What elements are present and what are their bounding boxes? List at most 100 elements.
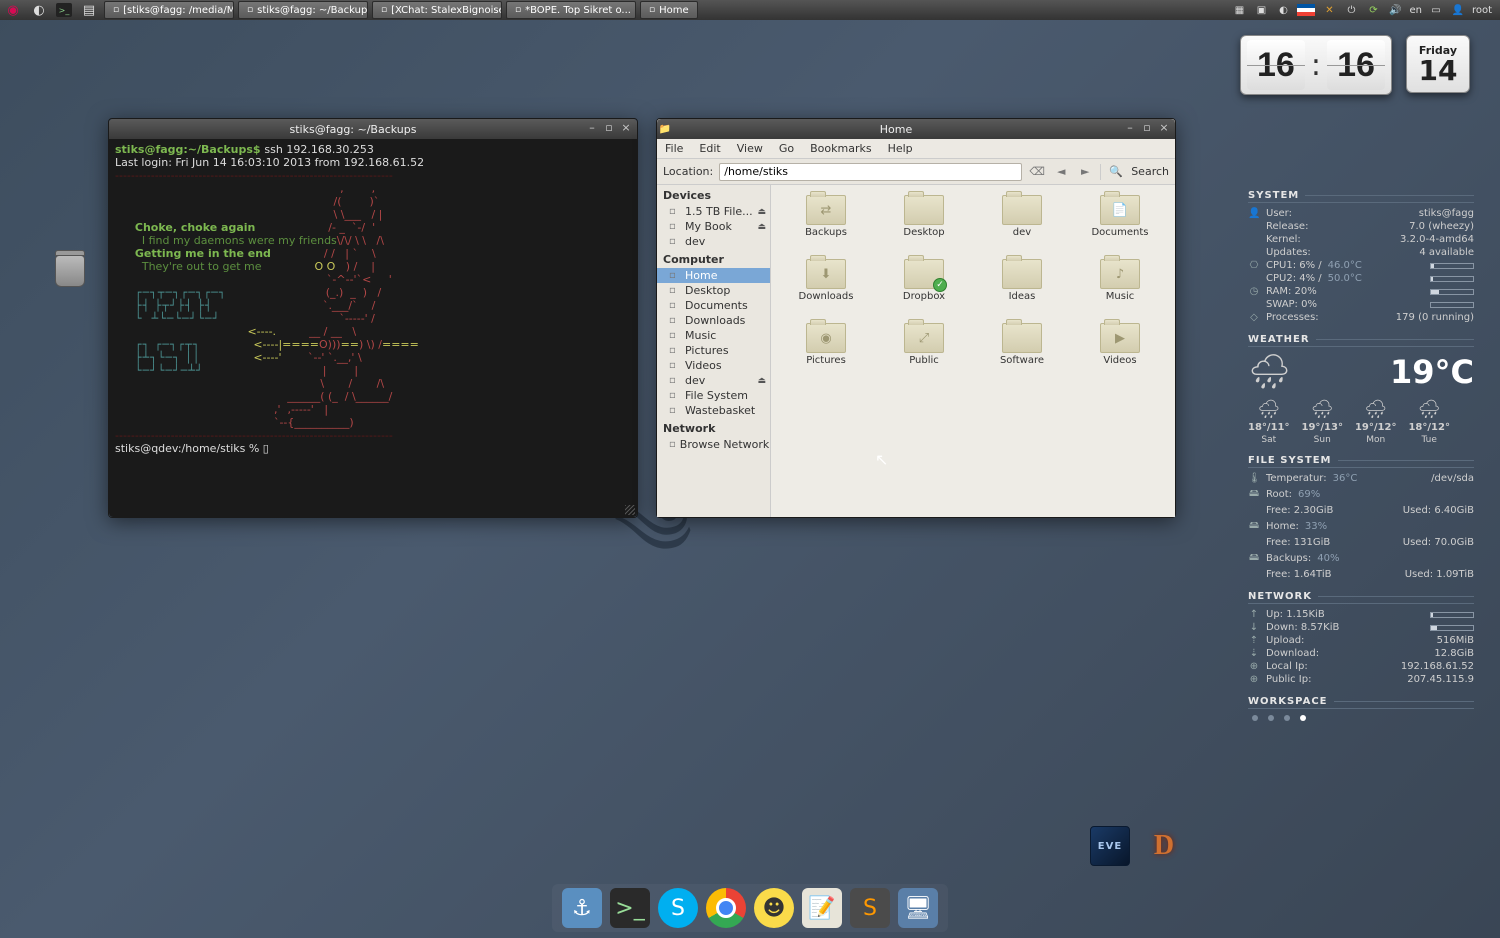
folder-icon: ▫ xyxy=(669,285,681,296)
tray-flag-icon[interactable] xyxy=(1297,4,1315,16)
taskbar-button[interactable]: ▫stiks@fagg: ~/Backups xyxy=(238,1,368,19)
workspace-dot[interactable] xyxy=(1300,715,1306,721)
sidebar-item[interactable]: ▫Home xyxy=(657,268,770,283)
taskbar-button[interactable]: ▫[stiks@fagg: /media/M... xyxy=(104,1,234,19)
folder-music[interactable]: ♪Music xyxy=(1071,259,1169,319)
sidebar-item-label: Browse Network xyxy=(680,438,769,451)
minimize-button[interactable]: – xyxy=(585,122,599,136)
tray-volume-icon[interactable]: 🔊 xyxy=(1387,2,1403,18)
eject-icon[interactable]: ⏏ xyxy=(757,207,766,217)
fm-folder-grid[interactable]: ⇄BackupsDesktopdev📄Documents ⬇Downloads✓D… xyxy=(771,185,1175,517)
sidebar-item[interactable]: ▫Videos xyxy=(657,358,770,373)
taskbar-button[interactable]: ▫*BOPE. Top Sikret o... xyxy=(506,1,636,19)
eject-icon[interactable]: ⏏ xyxy=(757,376,766,386)
task-label: stiks@fagg: ~/Backups xyxy=(257,5,368,16)
nav-forward-icon[interactable]: ► xyxy=(1076,163,1094,181)
search-icon[interactable]: 🔍 xyxy=(1107,163,1125,181)
dock-skype-icon[interactable]: S xyxy=(658,888,698,928)
location-input[interactable] xyxy=(719,163,1022,181)
clock-separator-icon: : xyxy=(1309,48,1323,83)
chrome-icon[interactable]: ◐ xyxy=(30,1,48,19)
tray-power-icon[interactable]: ⏻ xyxy=(1343,2,1359,18)
eve-online-shortcut[interactable]: EVE xyxy=(1090,826,1130,866)
dock-terminal-icon[interactable]: >_ xyxy=(610,888,650,928)
resize-handle[interactable] xyxy=(625,505,635,515)
sidebar-item[interactable]: ▫1.5 TB File...⏏ xyxy=(657,204,770,219)
sidebar-item[interactable]: ▫Wastebasket xyxy=(657,403,770,418)
folder-backups[interactable]: ⇄Backups xyxy=(777,195,875,255)
taskbar-button[interactable]: ▫[XChat: StalexBignoise... xyxy=(372,1,502,19)
sidebar-item[interactable]: ▫My Book⏏ xyxy=(657,219,770,234)
fm-menu-help[interactable]: Help xyxy=(888,142,913,155)
tray-chrome-icon[interactable]: ◐ xyxy=(1275,2,1291,18)
tray-display-icon[interactable]: ▭ xyxy=(1428,2,1444,18)
clear-location-icon[interactable]: ⌫ xyxy=(1028,163,1046,181)
tray-icon-1[interactable]: ▦ xyxy=(1231,2,1247,18)
sidebar-item[interactable]: ▫Pictures xyxy=(657,343,770,358)
fm-maximize-button[interactable]: ▫ xyxy=(1140,122,1154,136)
fm-titlebar[interactable]: 📁 Home – ▫ × xyxy=(657,119,1175,139)
mouse-cursor-icon: ↖ xyxy=(875,450,888,469)
sidebar-item[interactable]: ▫dev⏏ xyxy=(657,373,770,388)
session-user[interactable]: root xyxy=(1472,5,1492,16)
folder-desktop[interactable]: Desktop xyxy=(875,195,973,255)
folder-public[interactable]: ⤢Public xyxy=(875,323,973,383)
keyboard-lang[interactable]: en xyxy=(1409,5,1422,16)
date-widget: Friday 14 xyxy=(1406,35,1470,93)
fm-minimize-button[interactable]: – xyxy=(1123,122,1137,136)
sidebar-item[interactable]: ▫dev xyxy=(657,234,770,249)
fm-menu-go[interactable]: Go xyxy=(779,142,794,155)
sidebar-item[interactable]: ▫Downloads xyxy=(657,313,770,328)
folder-videos[interactable]: ▶Videos xyxy=(1071,323,1169,383)
sidebar-item[interactable]: ▫ Desktop xyxy=(657,283,770,298)
forecast-day: 🌧19°/12°Mon xyxy=(1355,399,1396,445)
sidebar-item[interactable]: ▫File System xyxy=(657,388,770,403)
folder-ideas[interactable]: Ideas xyxy=(973,259,1071,319)
sidebar-item[interactable]: ▫Music xyxy=(657,328,770,343)
fm-menu-view[interactable]: View xyxy=(737,142,763,155)
workspace-dot[interactable] xyxy=(1284,715,1290,721)
taskbar-button[interactable]: ▫Home xyxy=(640,1,698,19)
folder-software[interactable]: Software xyxy=(973,323,1071,383)
folder-downloads[interactable]: ⬇Downloads xyxy=(777,259,875,319)
folder-dropbox[interactable]: ✓Dropbox xyxy=(875,259,973,319)
dock-gedit-icon[interactable]: 📝 xyxy=(802,888,842,928)
search-label[interactable]: Search xyxy=(1131,165,1169,178)
fm-menu-file[interactable]: File xyxy=(665,142,683,155)
sidebar-item[interactable]: ▫Documents xyxy=(657,298,770,313)
sidebar-section: Computer xyxy=(657,249,770,268)
terminal-icon[interactable]: >_ xyxy=(56,3,72,17)
desktop-trash-icon[interactable] xyxy=(55,250,87,290)
folder-dev[interactable]: dev xyxy=(973,195,1071,255)
folder-pictures[interactable]: ◉Pictures xyxy=(777,323,875,383)
debian-menu-icon[interactable]: ◉ xyxy=(4,1,22,19)
dock-emoji-icon[interactable]: ☻ xyxy=(754,888,794,928)
tray-icon-2[interactable]: ▣ xyxy=(1253,2,1269,18)
tray-user-icon[interactable]: 👤 xyxy=(1450,2,1466,18)
eject-icon[interactable]: ⏏ xyxy=(757,222,766,232)
diablo-shortcut[interactable]: D xyxy=(1144,826,1184,866)
fm-menu-bookmarks[interactable]: Bookmarks xyxy=(810,142,871,155)
sidebar-item-label: Desktop xyxy=(685,284,730,297)
weather-temp: 19°C xyxy=(1390,353,1474,391)
nav-back-icon[interactable]: ◄ xyxy=(1052,163,1070,181)
dock-sublime-icon[interactable]: S xyxy=(850,888,890,928)
folder-documents[interactable]: 📄Documents xyxy=(1071,195,1169,255)
terminal-titlebar[interactable]: stiks@fagg: ~/Backups – ▫ × xyxy=(109,119,637,139)
sidebar-item-label: Downloads xyxy=(685,314,745,327)
fm-menu-edit[interactable]: Edit xyxy=(699,142,720,155)
workspace-dot[interactable] xyxy=(1252,715,1258,721)
dock-anchor-icon[interactable]: ⚓ xyxy=(562,888,602,928)
sidebar-item[interactable]: ▫Browse Network xyxy=(657,437,770,452)
dock-remote-icon[interactable]: 🖥 xyxy=(898,888,938,928)
down-icon: ↓ xyxy=(1248,622,1260,633)
workspace-dot[interactable] xyxy=(1268,715,1274,721)
fm-close-button[interactable]: × xyxy=(1157,122,1171,136)
terminal-body[interactable]: stiks@fagg:~/Backups$ ssh 192.168.30.253… xyxy=(109,139,637,517)
dock-chrome-icon[interactable] xyxy=(706,888,746,928)
close-button[interactable]: × xyxy=(619,122,633,136)
tray-xchat-icon[interactable]: ✕ xyxy=(1321,2,1337,18)
files-icon[interactable]: ▤ xyxy=(80,1,98,19)
maximize-button[interactable]: ▫ xyxy=(602,122,616,136)
tray-update-icon[interactable]: ⟳ xyxy=(1365,2,1381,18)
